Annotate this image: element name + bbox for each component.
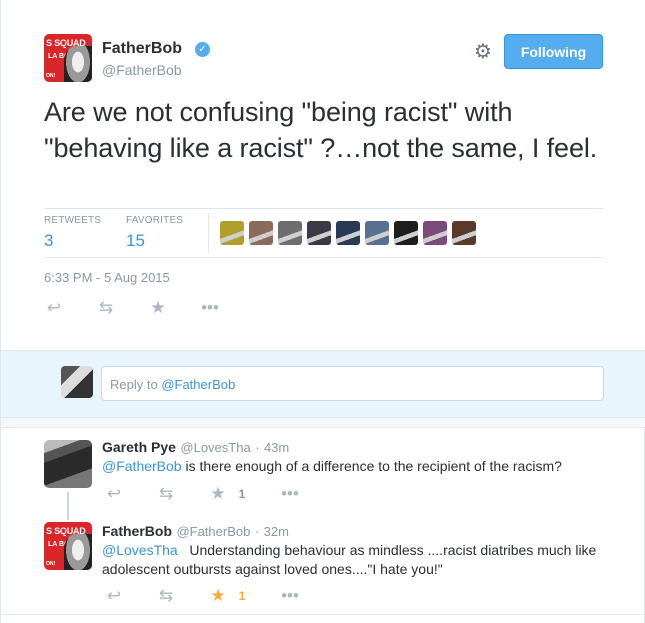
favorite-count: 1	[238, 487, 246, 501]
mention-link[interactable]: @LovesTha	[102, 542, 178, 558]
reply-actions: ↩ ⇆ ★ 1 •••	[104, 586, 302, 606]
favorites-stat[interactable]: FAVORITES 15	[126, 215, 183, 251]
reply-author-name[interactable]: Gareth Pye	[102, 439, 176, 455]
tweet-timestamp[interactable]: 6:33 PM - 5 Aug 2015	[44, 270, 170, 285]
retweets-stat[interactable]: RETWEETS 3	[44, 215, 101, 251]
separator	[1, 418, 645, 428]
main-tweet: S SQUAD LA BOB ON! FatherBob ✓ @FatherBo…	[1, 0, 645, 350]
favoriter-avatar[interactable]	[423, 221, 447, 245]
more-icon[interactable]: •••	[278, 484, 302, 504]
more-icon[interactable]: •••	[198, 298, 222, 318]
more-icon[interactable]: •••	[278, 586, 302, 606]
conversation-line	[67, 492, 69, 520]
current-user-avatar	[61, 366, 93, 398]
reply-actions: ↩ ⇆ ★ 1 •••	[104, 484, 302, 504]
author-avatar[interactable]: S SQUAD LA BOB ON!	[44, 34, 92, 82]
favoriter-avatar[interactable]	[307, 221, 331, 245]
favorite-icon[interactable]: ★	[148, 298, 168, 318]
gear-icon[interactable]: ⚙	[473, 42, 493, 62]
favoriter-avatar[interactable]	[365, 221, 389, 245]
favoriters-avatars	[220, 221, 481, 245]
retweet-icon[interactable]: ⇆	[156, 586, 176, 606]
reply-avatar[interactable]: S SQUAD LA BOB ON!	[44, 522, 92, 570]
retweet-icon[interactable]: ⇆	[156, 484, 176, 504]
reply-time[interactable]: 32m	[264, 524, 289, 539]
favoriter-avatar[interactable]	[336, 221, 360, 245]
tweet-actions: ↩ ⇆ ★ •••	[44, 298, 222, 318]
divider	[1, 614, 645, 615]
reply-author-handle[interactable]: @LovesTha	[180, 440, 250, 455]
favoriter-avatar[interactable]	[394, 221, 418, 245]
following-button[interactable]: Following	[504, 34, 603, 69]
favoriter-avatar[interactable]	[278, 221, 302, 245]
favorite-icon[interactable]: ★	[208, 586, 228, 606]
favorite-count: 1	[238, 589, 246, 603]
favorite-icon[interactable]: ★	[208, 484, 228, 504]
reply-header: Gareth Pye @LovesTha · 43m	[102, 439, 290, 455]
retweet-icon[interactable]: ⇆	[96, 298, 116, 318]
reply-icon[interactable]: ↩	[104, 586, 124, 606]
reply-avatar[interactable]	[44, 440, 92, 488]
favoriter-avatar[interactable]	[249, 221, 273, 245]
reply-text: @FatherBob is there enough of a differen…	[102, 458, 562, 474]
tweet-permalink-container: S SQUAD LA BOB ON! FatherBob ✓ @FatherBo…	[0, 0, 645, 623]
mention-link[interactable]: @FatherBob	[102, 458, 182, 474]
verified-badge-icon: ✓	[195, 42, 210, 57]
reply-icon[interactable]: ↩	[104, 484, 124, 504]
tweet-stats: RETWEETS 3 FAVORITES 15	[44, 208, 604, 258]
reply-author-name[interactable]: FatherBob	[102, 523, 172, 539]
reply-icon[interactable]: ↩	[44, 298, 64, 318]
reply-author-handle[interactable]: @FatherBob	[176, 524, 250, 539]
favoriter-avatar[interactable]	[220, 221, 244, 245]
author-name[interactable]: FatherBob	[102, 40, 182, 58]
reply-input[interactable]: Reply to @FatherBob	[101, 366, 604, 401]
author-handle[interactable]: @FatherBob	[102, 62, 182, 78]
favoriter-avatar[interactable]	[452, 221, 476, 245]
reply-header: FatherBob @FatherBob · 32m	[102, 523, 289, 539]
stats-divider	[208, 213, 209, 253]
reply-time[interactable]: 43m	[264, 440, 289, 455]
reply-text: @LovesTha Understanding behaviour as min…	[102, 542, 601, 577]
tweet-text: Are we not confusing "being racist" with…	[44, 97, 598, 163]
